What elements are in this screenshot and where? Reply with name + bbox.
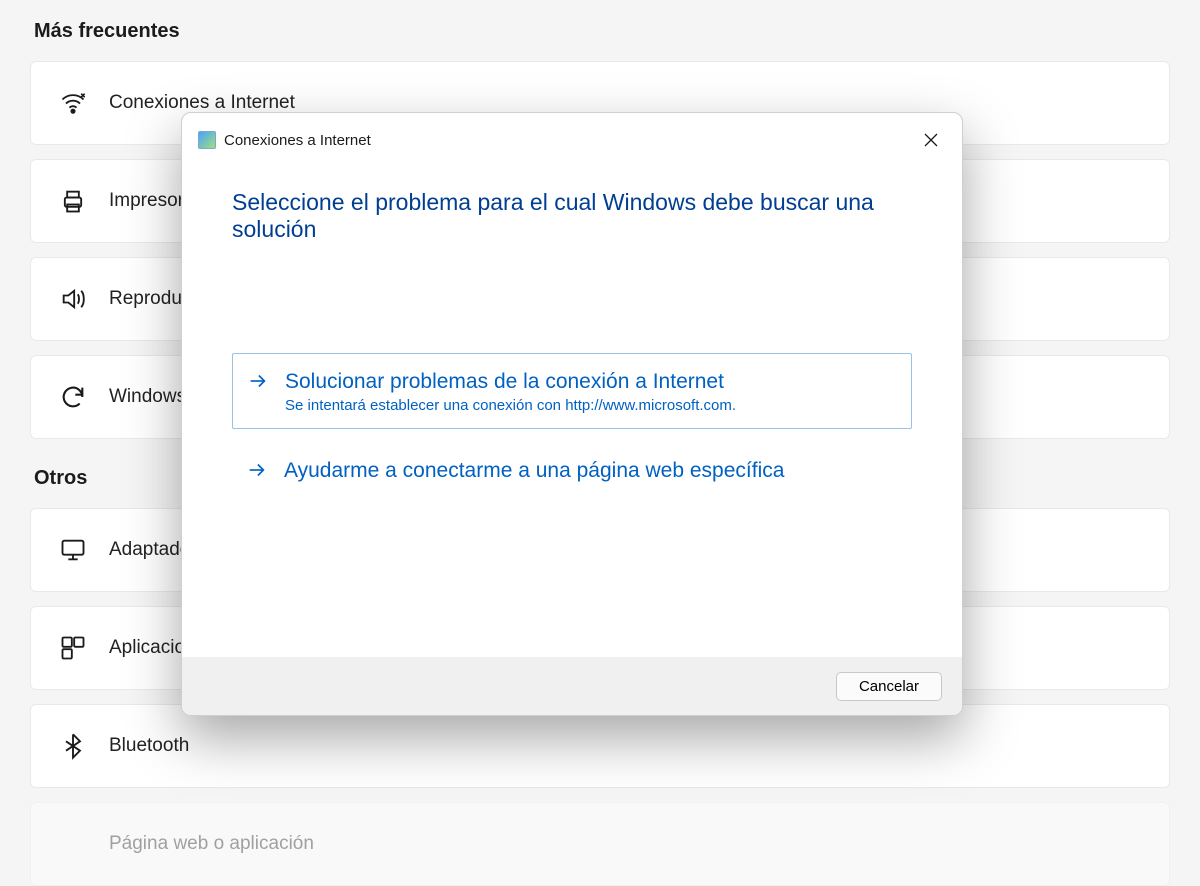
dialog-footer: Cancelar — [182, 657, 962, 715]
option-label: Solucionar problemas de la conexión a In… — [285, 368, 736, 395]
arrow-right-icon — [247, 370, 269, 392]
item-label: Bluetooth — [109, 735, 189, 757]
dialog-title: Conexiones a Internet — [224, 132, 371, 149]
bluetooth-icon — [59, 732, 87, 760]
item-label: Página web o aplicación — [109, 833, 314, 855]
option-label: Ayudarme a conectarme a una página web e… — [284, 457, 784, 484]
troubleshoot-item-bluetooth[interactable]: Bluetooth — [30, 704, 1170, 788]
option-fix-internet-connection[interactable]: Solucionar problemas de la conexión a In… — [232, 353, 912, 429]
arrow-right-icon — [246, 459, 268, 481]
option-connect-specific-page[interactable]: Ayudarme a conectarme a una página web e… — [232, 443, 912, 498]
speaker-icon — [59, 285, 87, 313]
monitor-icon — [59, 536, 87, 564]
apps-icon — [59, 634, 87, 662]
dialog-heading: Seleccione el problema para el cual Wind… — [232, 189, 912, 243]
cancel-button[interactable]: Cancelar — [836, 672, 942, 701]
printer-icon — [59, 187, 87, 215]
close-icon — [924, 133, 938, 152]
wifi-icon — [59, 89, 87, 117]
dialog-close-button[interactable] — [914, 125, 948, 159]
section-frequent-title: Más frecuentes — [34, 20, 1170, 43]
placeholder-icon — [59, 830, 87, 858]
sync-icon — [59, 383, 87, 411]
option-subtitle: Se intentará establecer una conexión con… — [285, 397, 736, 414]
troubleshoot-item-webpage[interactable]: Página web o aplicación — [30, 802, 1170, 886]
troubleshooter-app-icon — [198, 131, 216, 149]
troubleshooter-dialog: Conexiones a Internet Seleccione el prob… — [181, 112, 963, 716]
item-label: Conexiones a Internet — [109, 92, 295, 114]
